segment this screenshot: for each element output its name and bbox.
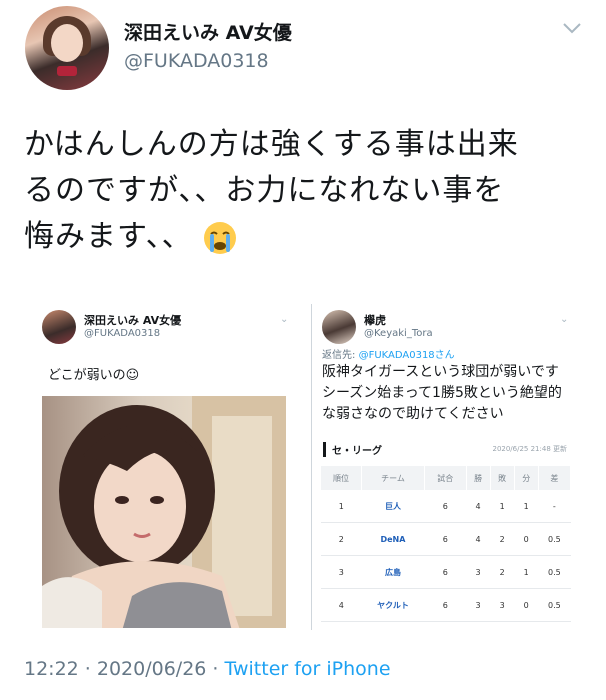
- standings-updated: 2020/6/25 21:48 更新: [492, 445, 567, 453]
- quoted-right-text: 阪神タイガースという球団が弱いです シーズン始まって1勝5敗という絶望的 な弱さ…: [322, 364, 562, 422]
- quoted-right-handle: @Keyaki_Tora: [364, 328, 433, 339]
- table-row: 2 DeNA 6 4 2 0 0.5: [321, 522, 571, 556]
- quoted-left-handle: @FUKADA0318: [84, 328, 161, 339]
- tweet-line: 悔みます、、: [24, 214, 584, 260]
- standings-table: 順位 チーム 試合 勝 敗 分 差 1 巨人 6 4 1 1- 2 DeNA 6 4 2 0 0.5 …: [321, 466, 572, 622]
- col-header: チーム: [361, 466, 425, 490]
- tweet-text: かはんしんの方は強くする事は出来 るのですが、、お力になれない事を 悔みます、、: [24, 122, 584, 260]
- quoted-left-photo: [42, 396, 286, 628]
- table-row: 1 巨人 6 4 1 1-: [321, 490, 571, 523]
- col-header: 分: [514, 466, 539, 490]
- tweet-metadata: 12:22 · 2020/06/26 · Twitter for iPhone: [24, 658, 391, 680]
- quoted-left-name: 深田えいみ AV女優: [84, 314, 182, 327]
- author-avatar[interactable]: [25, 6, 109, 90]
- col-header: 順位: [321, 466, 362, 490]
- quoted-right-avatar: [322, 310, 356, 344]
- quoted-right-name: 欅虎: [364, 314, 386, 327]
- table-row: 4 ヤクルト 6 3 3 0 0.5: [321, 588, 571, 622]
- col-header: 敗: [490, 466, 515, 490]
- quoted-left-avatar: [42, 310, 76, 344]
- chevron-down-icon: ⌄: [560, 314, 569, 325]
- tweet-header: 深田えいみ AV女優 @FUKADA0318: [0, 0, 606, 100]
- col-header: 差: [538, 466, 572, 490]
- quoted-left-text: どこが弱いの☺: [48, 368, 140, 383]
- tweet-source-link[interactable]: Twitter for iPhone: [225, 658, 391, 680]
- standings-title: セ・リーグ: [323, 442, 382, 457]
- reply-to-line: 返信先: @FUKADA0318さん: [322, 350, 455, 361]
- author-display-name[interactable]: 深田えいみ AV女優: [124, 18, 292, 45]
- loudly-crying-face-icon: [203, 221, 236, 254]
- table-row: 3 広島 6 3 2 1 0.5: [321, 555, 571, 589]
- tweet-line: るのですが、、お力になれない事を: [24, 173, 505, 208]
- col-header: 勝: [466, 466, 491, 490]
- chevron-down-icon: ⌄: [280, 314, 289, 325]
- tweet-media-image[interactable]: 深田えいみ AV女優 @FUKADA0318 ⌄ どこが弱いの☺ 欅虎 @Key…: [24, 288, 586, 630]
- author-handle[interactable]: @FUKADA0318: [124, 50, 269, 72]
- image-divider: [311, 304, 312, 630]
- tweet-line: かはんしんの方は強くする事は出来: [24, 127, 519, 162]
- chevron-down-icon[interactable]: [562, 20, 582, 36]
- tweet-timestamp[interactable]: 12:22 · 2020/06/26 ·: [24, 658, 225, 680]
- col-header: 試合: [424, 466, 467, 490]
- standings-table-card: セ・リーグ 2020/6/25 21:48 更新 順位 チーム 試合 勝 敗 分…: [321, 438, 572, 630]
